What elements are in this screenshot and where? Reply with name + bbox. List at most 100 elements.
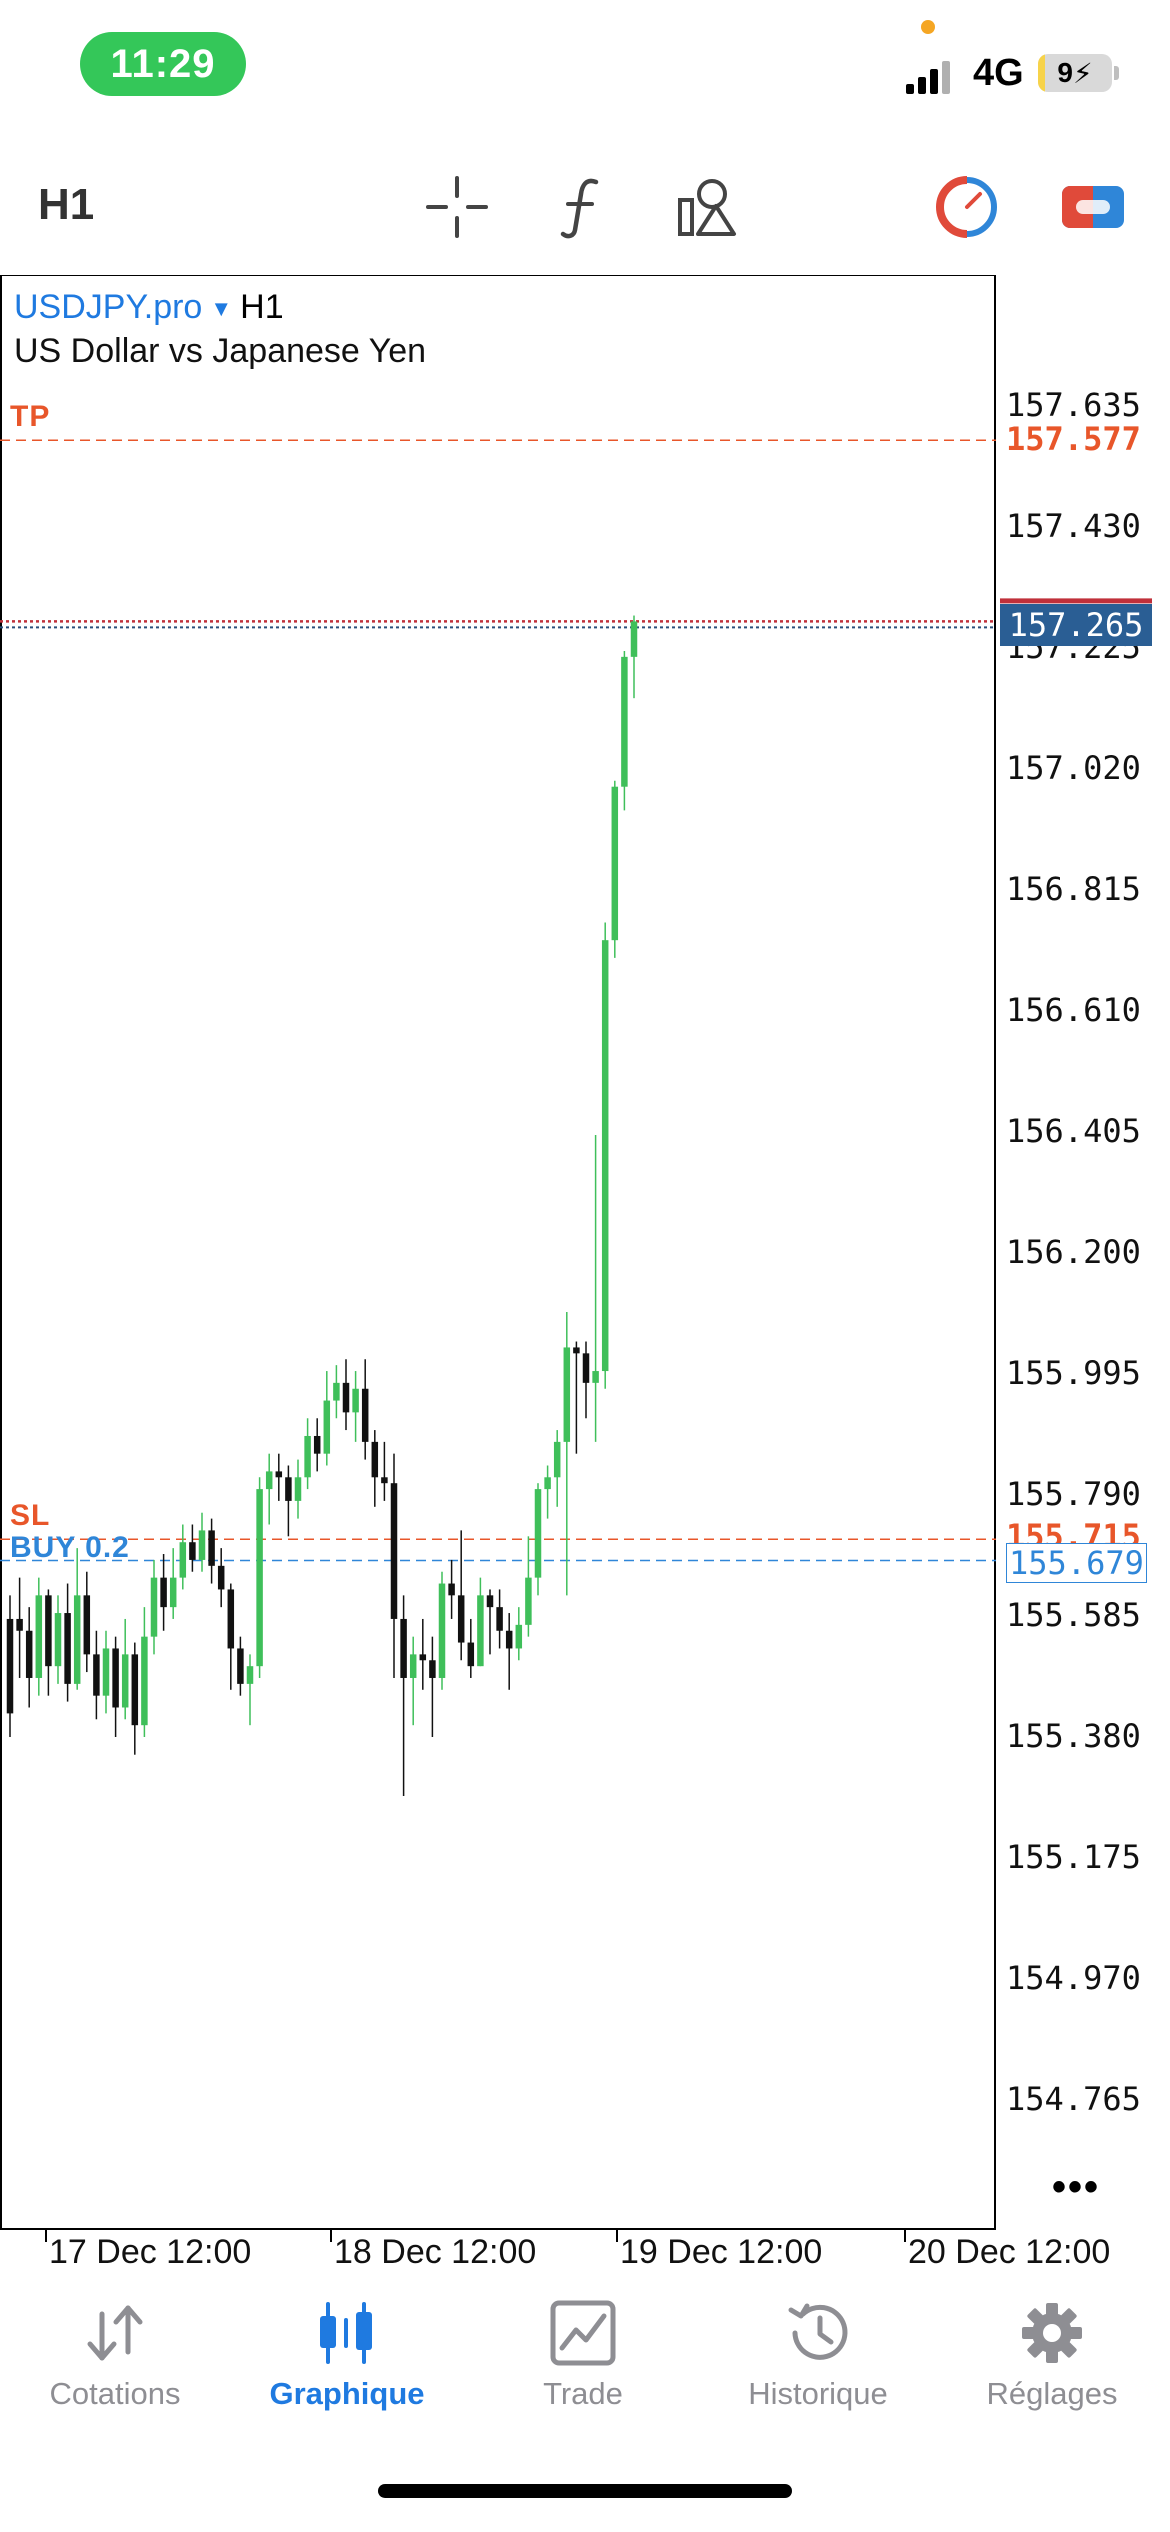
- one-click-trading-icon[interactable]: [1058, 172, 1128, 242]
- candle-body: [285, 1477, 292, 1501]
- candle-body: [563, 1347, 571, 1442]
- time-tick-label: 18 Dec 12:00: [334, 2233, 537, 2271]
- candle-body: [409, 1654, 417, 1678]
- trade-chart-icon: [550, 2300, 616, 2366]
- candle-body: [630, 621, 638, 657]
- buy-position-label: BUY 0.2: [10, 1530, 130, 1564]
- candle-body: [477, 1595, 484, 1667]
- price-tick-label: 155.995: [1006, 1354, 1141, 1392]
- objects-icon[interactable]: [674, 172, 744, 242]
- charging-bolt-icon: ⚡: [1072, 57, 1093, 89]
- nav-reglages[interactable]: Réglages: [942, 2280, 1162, 2430]
- candle-body: [333, 1382, 340, 1401]
- candle-body: [16, 1618, 23, 1631]
- nav-cotations[interactable]: Cotations: [5, 2280, 225, 2430]
- candle-body: [371, 1441, 379, 1478]
- candle-body: [217, 1565, 225, 1590]
- candle-body: [131, 1654, 139, 1726]
- price-tick-label: 155.790: [1006, 1475, 1141, 1513]
- candle-body: [438, 1583, 446, 1678]
- buy-price-label: 155.679: [1006, 1542, 1147, 1583]
- battery-level: 9: [1057, 57, 1073, 88]
- nav-label-reglages: Réglages: [986, 2376, 1118, 2411]
- tp-price-label: 157.577: [1006, 420, 1141, 459]
- candle-body: [505, 1630, 513, 1649]
- candle-body: [198, 1530, 206, 1560]
- nav-historique[interactable]: Historique: [708, 2280, 928, 2430]
- candle-body: [381, 1477, 388, 1484]
- ask-marker: [1000, 598, 1152, 604]
- candle-body: [112, 1648, 119, 1708]
- chart-area[interactable]: USDJPY.pro ▼ H1 US Dollar vs Japanese Yen …: [0, 275, 1170, 2271]
- status-time: 11:29: [80, 32, 246, 96]
- price-tick-label: 156.815: [1006, 870, 1141, 908]
- candle-body: [64, 1613, 71, 1684]
- price-tick-label: 155.585: [1006, 1596, 1141, 1634]
- candle-body: [467, 1642, 475, 1667]
- candle-body: [294, 1477, 302, 1501]
- more-options-icon[interactable]: •••: [1052, 2165, 1100, 2210]
- candle-body: [592, 1371, 599, 1383]
- time-tick: [45, 2230, 47, 2242]
- candle-body: [265, 1471, 273, 1490]
- nav-graphique[interactable]: Graphique: [237, 2280, 457, 2430]
- candle-body: [419, 1654, 427, 1661]
- nav-trade[interactable]: Trade: [473, 2280, 693, 2430]
- candle-body: [534, 1489, 542, 1578]
- time-tick: [616, 2230, 618, 2242]
- camera-indicator-icon: [921, 20, 935, 34]
- candle-body: [304, 1435, 311, 1478]
- candle-body: [573, 1347, 580, 1354]
- time-tick-label: 17 Dec 12:00: [49, 2233, 252, 2271]
- nav-label-graphique: Graphique: [269, 2376, 425, 2411]
- candle-body: [361, 1388, 369, 1442]
- settings-gear-icon: [1022, 2303, 1082, 2363]
- price-tick-label: 157.430: [1006, 507, 1141, 545]
- price-tick-label: 157.635: [1006, 386, 1141, 424]
- price-tick-label: 154.970: [1006, 1959, 1141, 1997]
- candle-body: [323, 1400, 331, 1454]
- candle-body: [121, 1654, 129, 1708]
- status-bar: 11:29 4G 9 ⚡: [0, 0, 1170, 140]
- candle-body: [525, 1577, 532, 1625]
- nav-label-trade: Trade: [543, 2376, 623, 2411]
- candlestick-chart[interactable]: [0, 275, 1170, 2235]
- candle-body: [160, 1577, 167, 1608]
- price-tick-label: 156.610: [1006, 991, 1141, 1029]
- candle-body: [6, 1618, 14, 1714]
- sl-line-label: SL: [10, 1499, 51, 1533]
- candle-body: [179, 1542, 187, 1578]
- price-tick-label: 155.380: [1006, 1717, 1141, 1755]
- candle-body: [544, 1477, 551, 1490]
- home-indicator: [378, 2484, 792, 2498]
- cellular-signal-icon: [906, 61, 950, 94]
- indicators-icon[interactable]: [548, 172, 618, 242]
- candle-body: [25, 1630, 33, 1678]
- quotes-arrows-icon: [87, 2305, 143, 2361]
- network-type: 4G: [973, 52, 1024, 94]
- candle-body: [582, 1353, 590, 1383]
- candle-body: [621, 656, 628, 787]
- trade-gauge-icon[interactable]: [932, 172, 1002, 242]
- crosshair-icon[interactable]: [422, 172, 492, 242]
- candle-body: [83, 1595, 91, 1655]
- candle-body: [93, 1654, 100, 1696]
- price-tick-label: 156.405: [1006, 1112, 1141, 1150]
- candle-body: [150, 1577, 158, 1637]
- timeframe-button[interactable]: H1: [38, 180, 94, 230]
- chart-candles-icon: [320, 2302, 372, 2364]
- candle-body: [400, 1618, 407, 1678]
- candle-body: [486, 1595, 494, 1608]
- candle-body: [141, 1636, 148, 1726]
- candle-body: [208, 1530, 215, 1566]
- price-tick-label: 155.175: [1006, 1838, 1141, 1876]
- price-tick-label: 154.765: [1006, 2080, 1141, 2118]
- current-price-label: 157.265: [1000, 604, 1152, 647]
- nav-label-cotations: Cotations: [49, 2376, 181, 2411]
- candle-body: [169, 1577, 177, 1608]
- candle-body: [448, 1583, 455, 1596]
- candle-body: [496, 1607, 503, 1631]
- time-tick-label: 19 Dec 12:00: [620, 2233, 823, 2271]
- candle-body: [601, 940, 609, 1372]
- price-tick-label: 157.020: [1006, 749, 1141, 787]
